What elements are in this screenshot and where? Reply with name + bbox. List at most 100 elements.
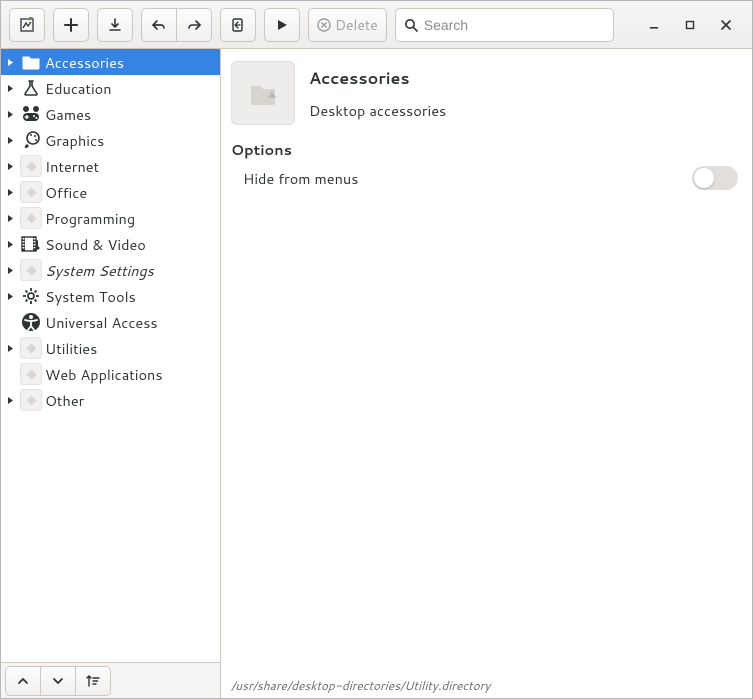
folder-large-icon <box>246 76 280 110</box>
move-down-button[interactable] <box>40 666 76 696</box>
expander-icon[interactable] <box>3 263 17 277</box>
redo-button[interactable] <box>176 8 212 42</box>
generic-icon <box>19 258 43 282</box>
category-item-other[interactable]: Other <box>1 387 220 413</box>
category-item-universal-access[interactable]: Universal Access <box>1 309 220 335</box>
delete-button[interactable]: Delete <box>308 8 387 42</box>
details-pane: Accessories Desktop accessories Options … <box>221 49 752 698</box>
hide-toggle[interactable] <box>692 166 738 190</box>
category-label: Utilities <box>45 338 97 359</box>
category-item-system-settings[interactable]: System Settings <box>1 257 220 283</box>
folder-icon <box>19 50 43 74</box>
category-label: Universal Access <box>45 312 158 333</box>
execute-button[interactable] <box>264 8 300 42</box>
app-menu-button[interactable] <box>9 8 45 42</box>
expander-icon[interactable] <box>3 211 17 225</box>
category-tree[interactable]: AccessoriesEducation Games Graphics Interne… <box>1 49 220 662</box>
search-input[interactable] <box>424 17 605 33</box>
hide-label: Hide from menus <box>243 168 692 189</box>
maximize-button[interactable] <box>680 15 700 35</box>
undo-redo-group <box>141 8 212 42</box>
category-label: Internet <box>45 156 99 177</box>
expander-icon[interactable] <box>3 55 17 69</box>
options-heading: Options <box>221 129 752 164</box>
media-icon <box>19 232 43 256</box>
sort-button[interactable] <box>75 666 111 696</box>
category-label: Games <box>45 104 91 125</box>
category-item-education[interactable]: Education <box>1 75 220 101</box>
revert-icon <box>230 17 246 33</box>
close-icon <box>721 20 731 30</box>
category-item-games[interactable]: Games <box>1 101 220 127</box>
sidebar-footer <box>1 662 220 698</box>
sidebar: AccessoriesEducation Games Graphics Interne… <box>1 49 221 698</box>
category-label: Programming <box>45 208 135 229</box>
expander-icon[interactable] <box>3 159 17 173</box>
category-item-graphics[interactable]: Graphics <box>1 127 220 153</box>
generic-icon <box>19 180 43 204</box>
category-label: Other <box>45 390 84 411</box>
category-label: Accessories <box>45 52 124 73</box>
category-item-system-tools[interactable]: System Tools <box>1 283 220 309</box>
search-box[interactable] <box>395 8 614 42</box>
expander-icon[interactable] <box>3 185 17 199</box>
expander-icon[interactable] <box>3 341 17 355</box>
brush-icon <box>19 128 43 152</box>
download-icon <box>107 17 123 33</box>
category-label: System Settings <box>45 260 154 281</box>
category-item-web-applications[interactable]: Web Applications <box>1 361 220 387</box>
close-button[interactable] <box>716 15 736 35</box>
category-label: Sound & Video <box>45 234 146 255</box>
expander-icon[interactable] <box>3 107 17 121</box>
expander-icon[interactable] <box>3 393 17 407</box>
expander-icon[interactable] <box>3 315 17 329</box>
expander-icon[interactable] <box>3 81 17 95</box>
detail-header: Accessories Desktop accessories <box>221 49 752 129</box>
generic-icon <box>19 362 43 386</box>
app-window: Delete AccessoriesEducationGamesGraphics… <box>0 0 753 699</box>
category-item-internet[interactable]: Internet <box>1 153 220 179</box>
main-area: AccessoriesEducationGamesGraphicsInterne… <box>1 49 752 698</box>
maximize-icon <box>685 20 695 30</box>
search-icon <box>404 18 418 32</box>
category-large-icon[interactable] <box>231 61 295 125</box>
category-label: Office <box>45 182 87 203</box>
chevron-up-icon <box>17 675 29 687</box>
add-button[interactable] <box>53 8 89 42</box>
category-item-utilities[interactable]: Utilities <box>1 335 220 361</box>
detail-subtitle: Desktop accessories <box>309 100 446 121</box>
category-item-accessories[interactable]: Accessories <box>1 49 220 75</box>
minimize-icon <box>649 20 659 30</box>
category-item-office[interactable]: Office <box>1 179 220 205</box>
undo-button[interactable] <box>141 8 177 42</box>
minimize-button[interactable] <box>644 15 664 35</box>
status-path: /usr/share/desktop-directories/Utility.d… <box>231 677 490 694</box>
move-up-button[interactable] <box>5 666 41 696</box>
category-label: System Tools <box>45 286 136 307</box>
undo-icon <box>151 17 167 33</box>
gear-icon <box>19 284 43 308</box>
chevron-down-icon <box>52 675 64 687</box>
generic-icon <box>19 154 43 178</box>
generic-icon <box>19 388 43 412</box>
category-item-sound-video[interactable]: Sound & Video <box>1 231 220 257</box>
generic-icon <box>19 206 43 230</box>
hide-from-menus-row: Hide from menus <box>221 164 752 192</box>
category-item-programming[interactable]: Programming <box>1 205 220 231</box>
expander-icon[interactable] <box>3 289 17 303</box>
plus-icon <box>63 17 79 33</box>
save-button[interactable] <box>97 8 133 42</box>
revert-button[interactable] <box>220 8 256 42</box>
detail-title: Accessories <box>309 67 446 90</box>
expander-icon[interactable] <box>3 133 17 147</box>
expander-icon[interactable] <box>3 367 17 381</box>
titlebar: Delete <box>1 1 752 49</box>
play-icon <box>275 18 289 32</box>
accessibility-icon <box>19 310 43 334</box>
gamepad-icon <box>19 102 43 126</box>
expander-icon[interactable] <box>3 237 17 251</box>
flask-icon <box>19 76 43 100</box>
category-label: Graphics <box>45 130 104 151</box>
sort-icon <box>86 674 100 688</box>
delete-icon <box>317 18 331 32</box>
